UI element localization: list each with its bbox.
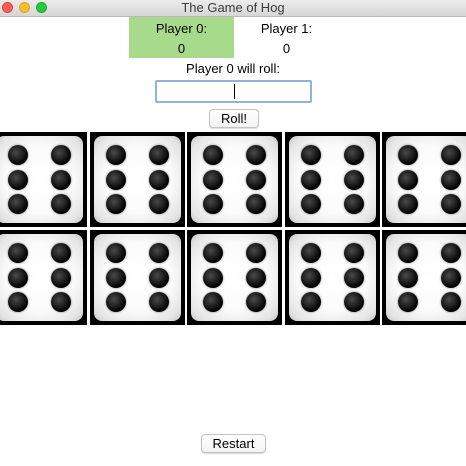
die-pip [344, 267, 365, 288]
die-pip [105, 169, 126, 190]
die-face [289, 234, 376, 321]
die-face [0, 136, 83, 223]
die-pip [202, 169, 223, 190]
die-pip [300, 243, 321, 264]
die-pip [105, 243, 126, 264]
die-pip [105, 193, 126, 214]
die-pip [344, 193, 365, 214]
die-pip [202, 243, 223, 264]
die-pip [7, 267, 28, 288]
die-pip [246, 145, 267, 166]
die-10 [382, 230, 466, 325]
die-pip [7, 291, 28, 312]
die-pip [105, 267, 126, 288]
die-pip [246, 291, 267, 312]
die-pip [149, 145, 170, 166]
player-0-score: 0 [177, 41, 186, 56]
die-5 [382, 132, 466, 227]
die-face [386, 136, 466, 223]
die-pip [344, 169, 365, 190]
die-pip [149, 243, 170, 264]
die-pip [397, 267, 418, 288]
die-face [191, 234, 278, 321]
die-8 [187, 230, 282, 325]
die-pip [149, 169, 170, 190]
restart-button[interactable]: Restart [201, 434, 266, 453]
die-pip [246, 267, 267, 288]
die-pip [441, 193, 462, 214]
die-pip [202, 193, 223, 214]
die-pip [7, 243, 28, 264]
die-pip [51, 267, 72, 288]
die-3 [187, 132, 282, 227]
player-1-panel: Player 1: 0 [234, 17, 339, 58]
die-pip [441, 169, 462, 190]
die-pip [246, 193, 267, 214]
die-7 [90, 230, 185, 325]
dice-grid [0, 132, 466, 325]
die-pip [397, 193, 418, 214]
die-pip [397, 145, 418, 166]
die-pip [441, 145, 462, 166]
die-pip [7, 145, 28, 166]
die-pip [7, 169, 28, 190]
die-pip [51, 291, 72, 312]
die-pip [246, 169, 267, 190]
die-4 [285, 132, 380, 227]
die-pip [105, 145, 126, 166]
die-face [386, 234, 466, 321]
die-pip [300, 291, 321, 312]
turn-prompt: Player 0 will roll: [186, 61, 280, 76]
die-pip [300, 145, 321, 166]
player-0-label: Player 0: [155, 21, 208, 36]
die-9 [285, 230, 380, 325]
die-pip [397, 243, 418, 264]
die-2 [90, 132, 185, 227]
die-pip [51, 243, 72, 264]
die-pip [397, 169, 418, 190]
die-pip [202, 267, 223, 288]
player-0-panel: Player 0: 0 [129, 17, 234, 58]
die-pip [149, 291, 170, 312]
die-pip [441, 267, 462, 288]
die-pip [344, 243, 365, 264]
die-pip [51, 145, 72, 166]
player-1-label: Player 1: [260, 21, 313, 36]
text-caret [234, 84, 235, 99]
die-pip [202, 291, 223, 312]
die-pip [51, 169, 72, 190]
die-face [289, 136, 376, 223]
die-face [94, 234, 181, 321]
die-face [0, 234, 83, 321]
die-pip [300, 193, 321, 214]
die-6 [0, 230, 87, 325]
window-title: The Game of Hog [181, 0, 285, 15]
roll-button[interactable]: Roll! [209, 109, 259, 128]
die-pip [149, 267, 170, 288]
die-1 [0, 132, 87, 227]
hog-window: The Game of Hog Player 0: 0 Player 1: 0 … [0, 0, 466, 466]
die-pip [441, 291, 462, 312]
die-pip [441, 243, 462, 264]
player-1-score: 0 [282, 41, 291, 56]
die-pip [300, 267, 321, 288]
title-bar: The Game of Hog [0, 0, 466, 17]
die-pip [344, 291, 365, 312]
die-pip [300, 169, 321, 190]
die-face [94, 136, 181, 223]
die-pip [246, 243, 267, 264]
die-pip [202, 145, 223, 166]
die-pip [149, 193, 170, 214]
die-pip [344, 145, 365, 166]
die-pip [397, 291, 418, 312]
die-face [191, 136, 278, 223]
die-pip [105, 291, 126, 312]
die-pip [51, 193, 72, 214]
die-pip [7, 193, 28, 214]
